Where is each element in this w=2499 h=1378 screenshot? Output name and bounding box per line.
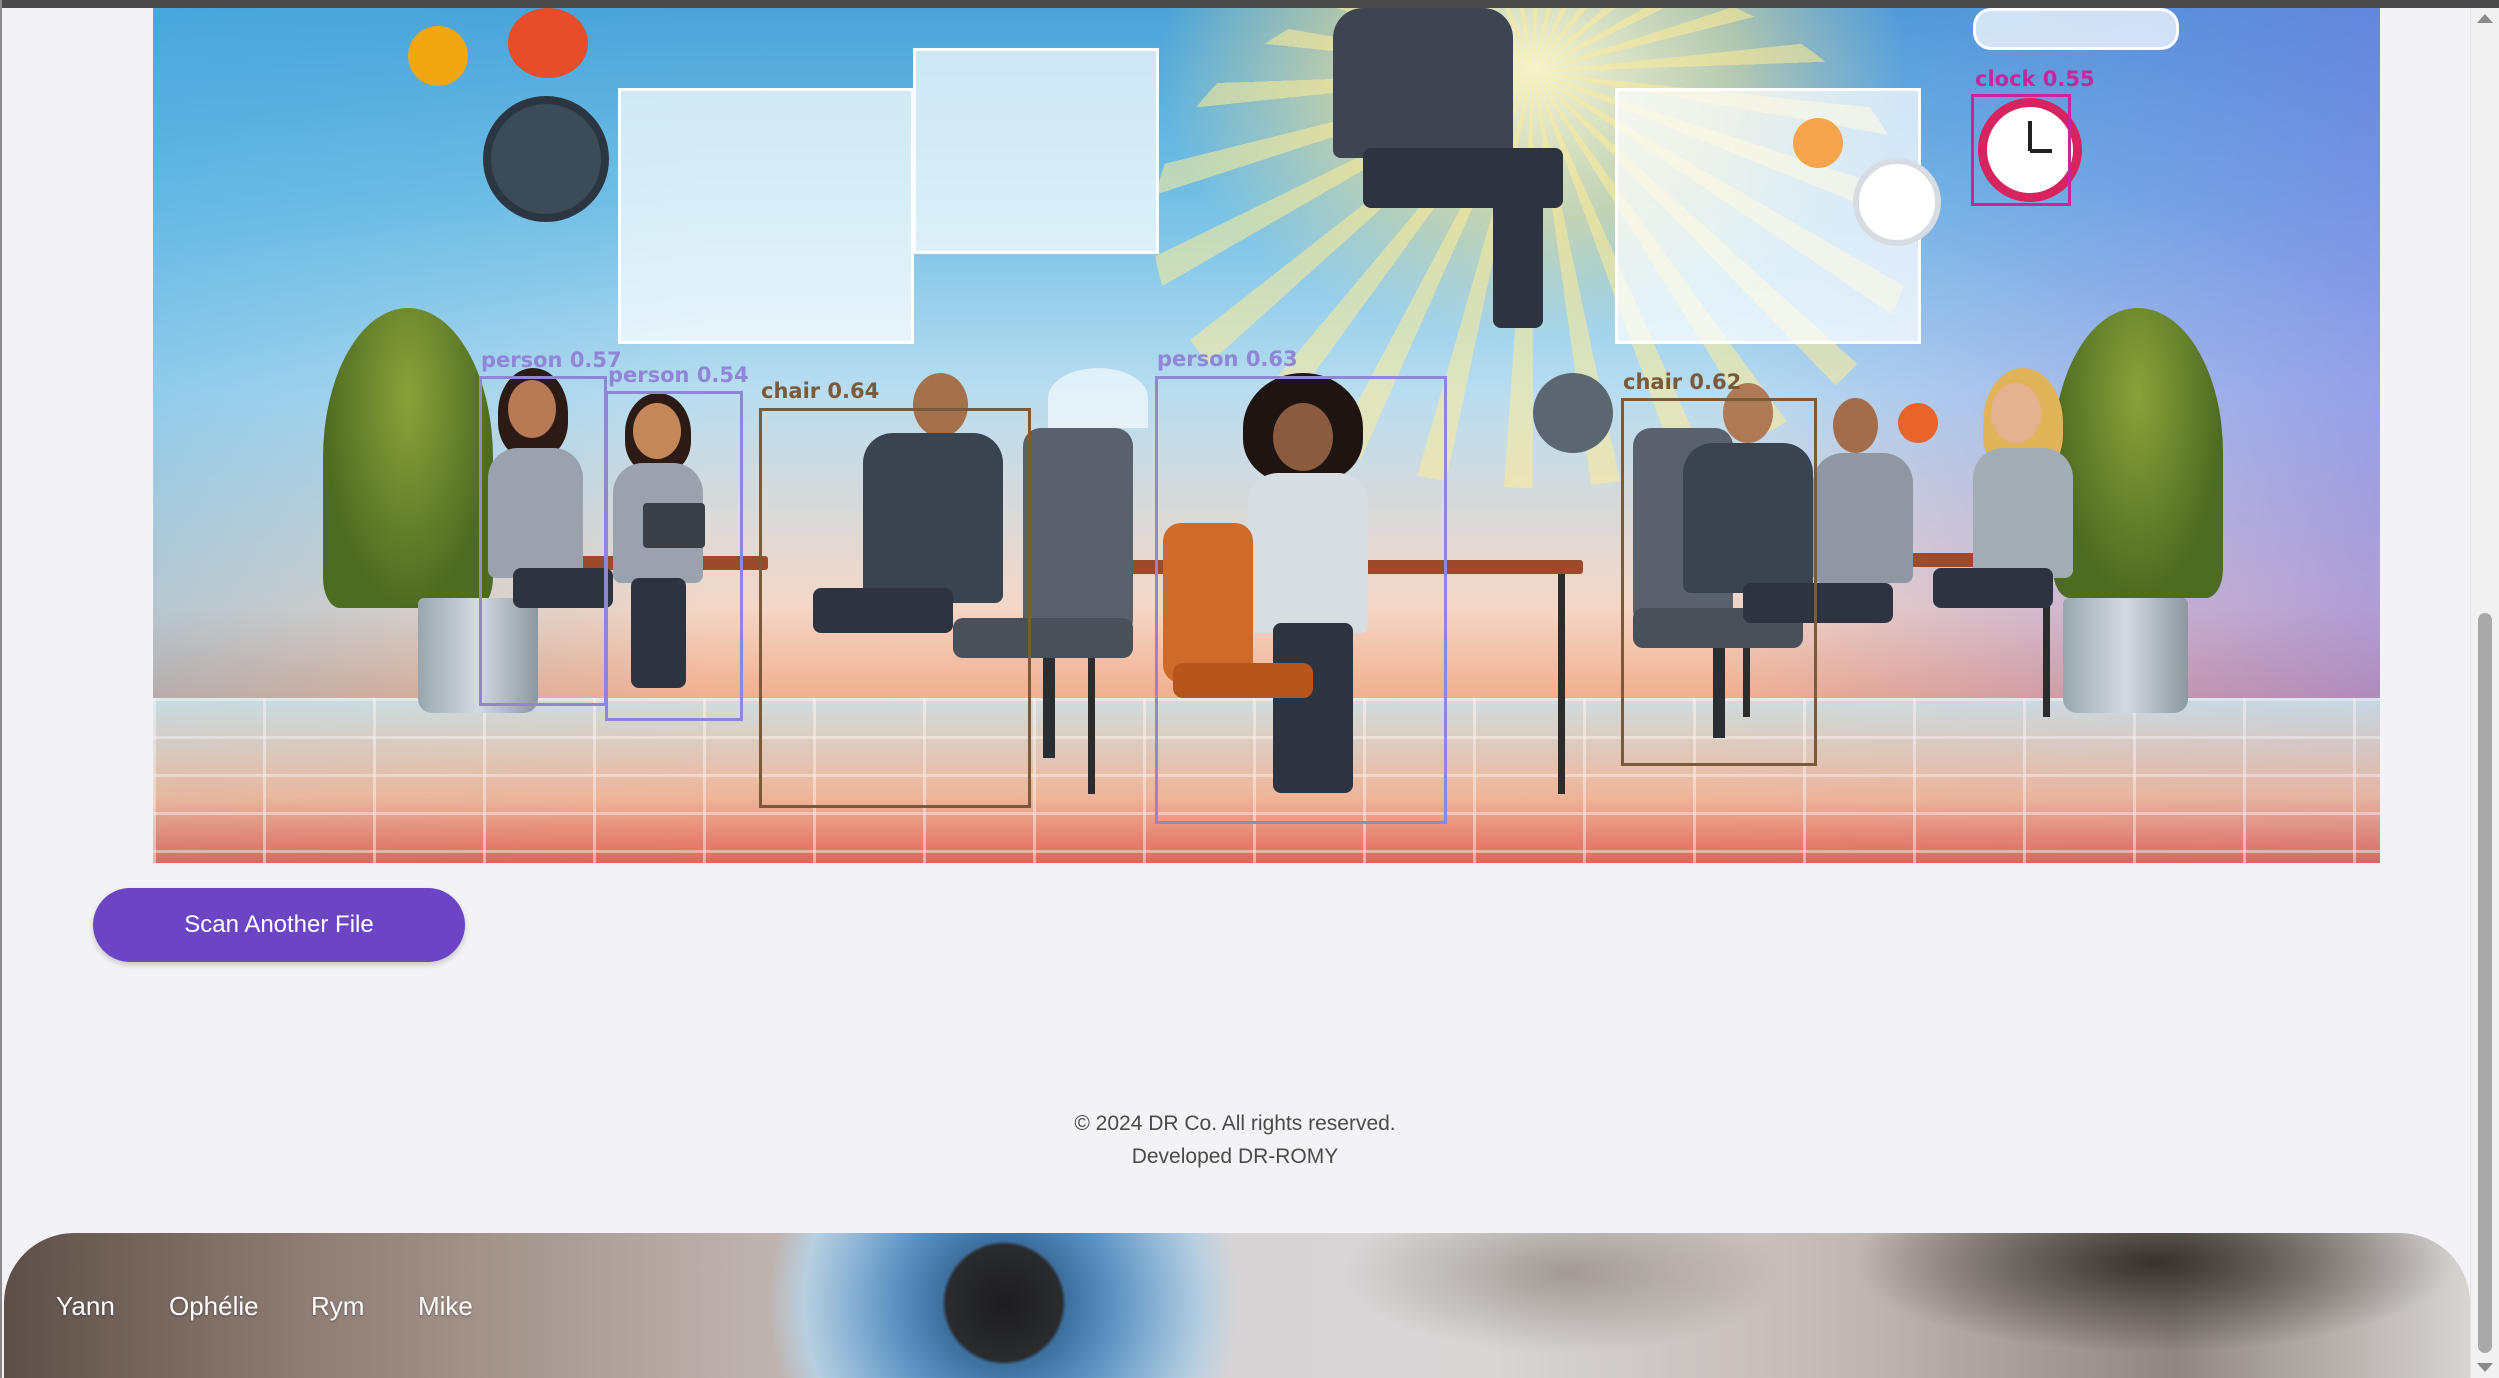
nav-link-rym[interactable]: Rym	[311, 1291, 364, 1322]
wifi-icon	[1048, 368, 1148, 428]
team-nav-bar: Yann Ophélie Rym Mike	[4, 1233, 2470, 1378]
detection-label-chair-1: chair 0.64	[761, 379, 880, 403]
nav-link-yann[interactable]: Yann	[56, 1291, 115, 1322]
detection-box-chair-1	[759, 408, 1031, 808]
copyright-text: © 2024 DR Co. All rights reserved.	[1074, 1112, 1396, 1135]
scroll-up-arrow-icon[interactable]	[2477, 14, 2493, 23]
detection-box-clock	[1971, 94, 2071, 206]
window-left-edge	[0, 0, 2, 1378]
detection-result-image: person 0.57 person 0.54 chair 0.64 perso…	[153, 8, 2380, 863]
chat-bubble-icon	[1898, 403, 1938, 443]
plant-left	[323, 308, 493, 608]
nav-link-mike[interactable]: Mike	[418, 1291, 473, 1322]
detection-box-chair-2	[1621, 398, 1817, 766]
nav-link-ophelie[interactable]: Ophélie	[169, 1291, 259, 1322]
gear-icon	[408, 26, 468, 86]
chat-icon	[508, 8, 588, 78]
wall-panel-left	[618, 88, 914, 344]
pot-right	[2063, 598, 2188, 713]
detection-label-person-2: person 0.54	[608, 363, 749, 387]
wall-panel-center	[913, 48, 1159, 254]
detection-box-person-2	[605, 391, 743, 721]
wall-panel-top-right	[1973, 8, 2179, 50]
window-top-edge	[0, 0, 2499, 8]
vertical-scrollbar[interactable]	[2470, 8, 2499, 1378]
detection-label-person-1: person 0.57	[481, 348, 622, 372]
developer-credit: Developed DR-ROMY	[1131, 1145, 1339, 1168]
scan-another-file-button[interactable]: Scan Another File	[93, 888, 465, 962]
detection-box-person-3	[1155, 376, 1447, 824]
cog-icon	[1533, 373, 1613, 453]
scroll-down-arrow-icon[interactable]	[2477, 1363, 2493, 1372]
scrollbar-thumb[interactable]	[2478, 613, 2492, 1353]
lightbulb-icon	[1793, 118, 1843, 168]
handshake-icon	[483, 96, 609, 222]
detection-label-chair-2: chair 0.62	[1623, 370, 1742, 394]
detection-box-person-1	[479, 376, 607, 706]
desk-leg	[1558, 574, 1565, 794]
detection-label-clock: clock 0.55	[1975, 67, 2095, 91]
plant-right	[2053, 308, 2223, 598]
detection-label-person-3: person 0.63	[1157, 347, 1298, 371]
target-icon	[1853, 158, 1941, 246]
